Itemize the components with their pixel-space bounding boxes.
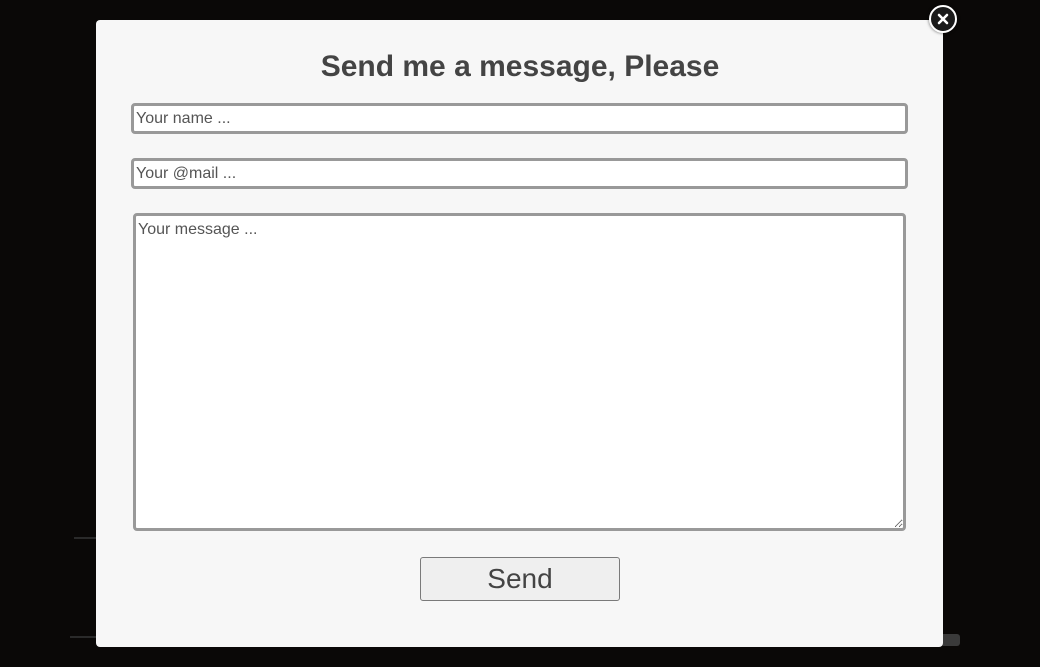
email-input[interactable] <box>131 158 908 189</box>
close-icon <box>937 13 949 25</box>
modal-title: Send me a message, Please <box>320 50 720 83</box>
close-button[interactable] <box>929 5 957 33</box>
backdrop-detail <box>940 634 960 646</box>
message-textarea[interactable] <box>133 213 906 531</box>
send-button[interactable]: Send <box>420 557 620 601</box>
backdrop-detail <box>74 537 98 539</box>
backdrop-detail <box>70 636 98 638</box>
name-input[interactable] <box>131 103 908 134</box>
